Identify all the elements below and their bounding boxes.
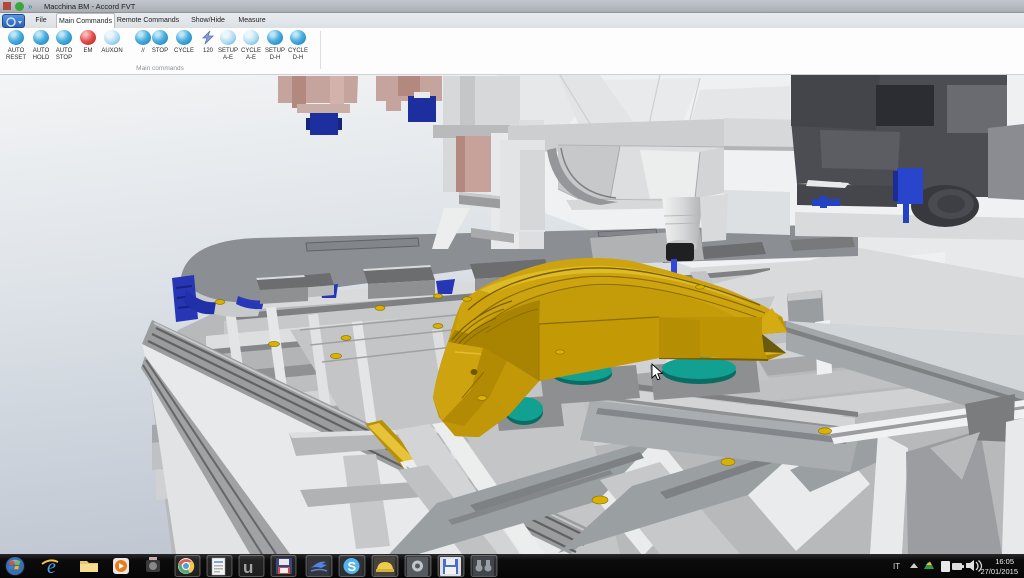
svg-text:e: e xyxy=(47,556,56,578)
svg-text:16:05: 16:05 xyxy=(995,557,1014,566)
svg-text:27/01/2015: 27/01/2015 xyxy=(980,567,1018,576)
svg-text:IT: IT xyxy=(893,562,900,571)
